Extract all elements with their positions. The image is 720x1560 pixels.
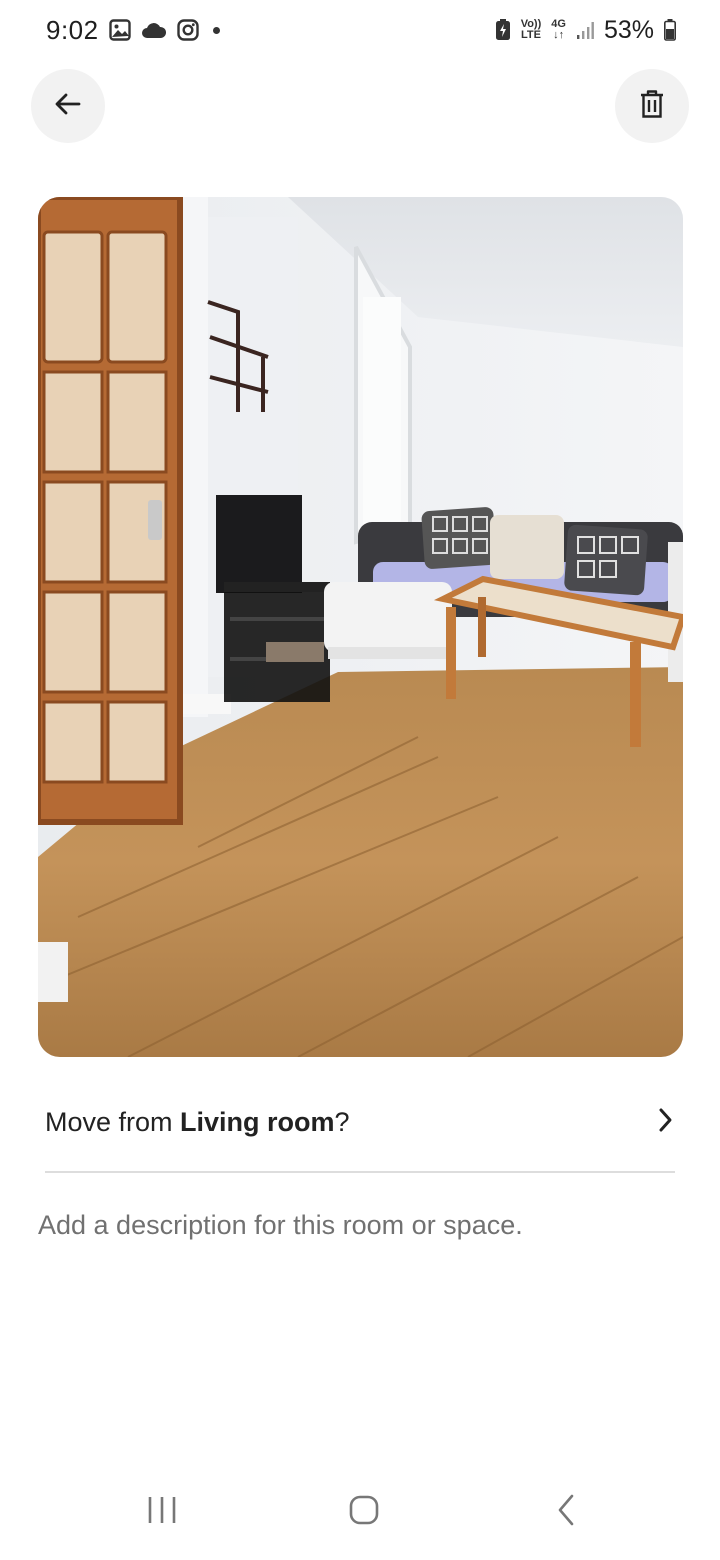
delete-photo-button[interactable] <box>615 69 689 143</box>
divider <box>45 1171 675 1173</box>
battery-saver-icon <box>495 19 511 41</box>
cloud-icon <box>141 21 167 39</box>
volte-line2: LTE <box>520 29 541 41</box>
photo-illustration <box>38 197 683 1057</box>
status-time: 9:02 <box>46 14 99 45</box>
battery-icon <box>664 19 676 41</box>
gallery-icon <box>108 19 131 41</box>
move-prefix: Move from <box>45 1106 181 1137</box>
battery-percent: 53% <box>603 15 654 44</box>
move-room-row[interactable]: Move from Living room? <box>45 1086 675 1158</box>
arrow-left-icon <box>53 89 83 124</box>
home-button[interactable] <box>334 1490 394 1534</box>
back-button[interactable] <box>31 69 105 143</box>
notification-dot <box>212 26 220 34</box>
status-bar: 9:02 Vo)) LTE 4G ↓↑ 53% <box>0 0 720 60</box>
system-nav-bar <box>0 1470 720 1560</box>
move-room-label: Move from Living room? <box>45 1107 350 1138</box>
chevron-right-icon <box>655 1106 675 1139</box>
back-chevron-icon <box>555 1493 577 1532</box>
status-bar-left: 9:02 <box>46 15 220 46</box>
recents-icon <box>146 1495 178 1530</box>
system-back-button[interactable] <box>536 1490 596 1534</box>
data-line2: ↓↑ <box>553 29 565 41</box>
description-input[interactable]: Add a description for this room or space… <box>38 1210 678 1241</box>
signal-icon <box>576 20 594 40</box>
living-room-photo[interactable] <box>38 197 683 1057</box>
move-suffix: ? <box>334 1106 350 1137</box>
home-icon <box>348 1494 380 1531</box>
recents-button[interactable] <box>132 1490 192 1534</box>
data-indicator: 4G ↓↑ <box>551 19 566 41</box>
status-bar-right: Vo)) LTE 4G ↓↑ 53% <box>495 16 676 45</box>
instagram-icon <box>176 19 199 41</box>
current-room-name: Living room <box>180 1106 335 1137</box>
photo-edit-screen: 9:02 Vo)) LTE 4G ↓↑ 53% Move from Living… <box>0 0 720 1560</box>
trash-icon <box>639 89 665 124</box>
volte-indicator: Vo)) LTE <box>521 19 542 41</box>
